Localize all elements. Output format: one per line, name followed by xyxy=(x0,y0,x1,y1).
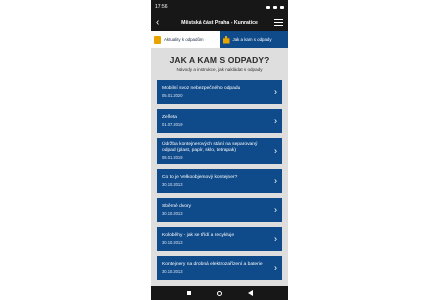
item-title: Mobilní svoz nebezpečného odpadu xyxy=(162,86,241,91)
chevron-right-icon: › xyxy=(274,115,277,126)
app-title: Městská část Praha - Kunratice xyxy=(181,19,258,26)
item-date: 30.10.2013 xyxy=(162,269,183,274)
tab-label: Jak a kam s odpady xyxy=(232,37,272,42)
chevron-right-icon: › xyxy=(274,204,277,215)
list-item[interactable]: Údržba kontejnerových stání na separovan… xyxy=(157,138,282,164)
list-item[interactable]: Sběrné dvory 30.10.2013 › xyxy=(157,198,282,222)
wifi-icon xyxy=(273,5,277,9)
hamburger-menu-icon[interactable] xyxy=(273,19,283,26)
chevron-right-icon: › xyxy=(274,233,277,244)
item-date: 05.01.2020 xyxy=(162,93,183,98)
news-icon xyxy=(154,35,161,44)
status-icons xyxy=(266,5,284,9)
chevron-right-icon: › xyxy=(274,145,277,156)
chevron-right-icon: › xyxy=(274,262,277,273)
recents-icon[interactable] xyxy=(186,291,191,295)
status-time: 17:56 xyxy=(155,4,168,10)
item-date: 30.10.2013 xyxy=(162,240,183,245)
chevron-right-icon: › xyxy=(274,175,277,186)
item-date: 30.10.2013 xyxy=(162,182,183,187)
list-item[interactable]: Co to je Velkoobjemový kontejner? 30.10.… xyxy=(157,169,282,193)
tab-waste-news[interactable]: Aktuality k odpadům xyxy=(151,31,220,48)
item-title: Sběrné dvory xyxy=(162,204,192,209)
signal-icon xyxy=(266,5,270,9)
list-item[interactable]: Mobilní svoz nebezpečného odpadu 05.01.2… xyxy=(157,80,282,104)
item-title: Koloběhy - jak se třídí a recykluje xyxy=(162,233,235,238)
chevron-right-icon: › xyxy=(274,86,277,97)
item-date: 01.07.2019 xyxy=(162,122,183,127)
app-bar: ‹ Městská část Praha - Kunratice xyxy=(151,14,288,31)
page-subtitle: Návody a instrukce, jak nakládat s odpad… xyxy=(176,67,263,72)
battery-icon xyxy=(280,5,284,9)
page-title: JAK A KAM S ODPADY? xyxy=(169,55,270,65)
item-title: Kontejnery na drobná elektrozařízení a b… xyxy=(162,262,263,267)
main-content: JAK A KAM S ODPADY? Návody a instrukce, … xyxy=(151,55,288,280)
home-icon[interactable] xyxy=(216,290,222,296)
back-icon[interactable] xyxy=(247,290,253,296)
item-title: Co to je Velkoobjemový kontejner? xyxy=(162,175,238,180)
list-item[interactable]: Koloběhy - jak se třídí a recykluje 30.1… xyxy=(157,227,282,251)
item-title: Zeľleta xyxy=(162,115,178,120)
item-date: 30.10.2013 xyxy=(162,211,183,216)
item-date: 08.01.2019 xyxy=(162,155,183,160)
tab-bar: Aktuality k odpadům Jak a kam s odpady xyxy=(151,31,288,48)
list-item[interactable]: Zeľleta 01.07.2019 › xyxy=(157,109,282,133)
recycle-person-icon xyxy=(222,35,230,44)
item-title: Údržba kontejnerových stání na separovan… xyxy=(162,142,258,153)
tab-waste-how-to[interactable]: Jak a kam s odpady xyxy=(219,31,288,48)
phone-screen: 17:56 ‹ Městská část Praha - Kunratice A… xyxy=(151,0,288,300)
tab-label: Aktuality k odpadům xyxy=(164,37,204,42)
back-arrow-icon[interactable]: ‹ xyxy=(156,17,166,28)
list-item[interactable]: Kontejnery na drobná elektrozařízení a b… xyxy=(157,256,282,280)
system-nav-bar xyxy=(151,286,288,300)
status-bar: 17:56 xyxy=(151,0,288,14)
